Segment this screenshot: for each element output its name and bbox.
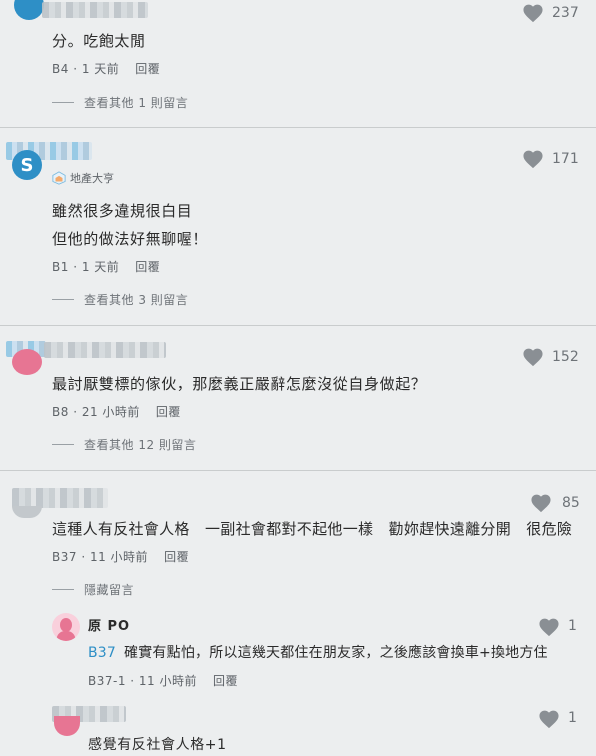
view-more-label: 查看其他 12 則留言 xyxy=(84,438,197,452)
reply-text: 感覺有反社會人格+1 xyxy=(88,737,227,753)
reply-body: 確實有點怕，所以這幾天都住在朋友家，之後應該會換車+換地方住 xyxy=(124,645,548,661)
view-more-replies[interactable]: 查看其他 3 則留言 xyxy=(52,291,188,308)
avatar[interactable] xyxy=(14,0,44,20)
divider-line xyxy=(52,444,74,445)
divider-line xyxy=(52,589,74,590)
avatar[interactable] xyxy=(12,506,42,518)
like-count: 171 xyxy=(552,151,579,167)
timestamp: 21 小時前 xyxy=(81,405,140,419)
comment-divider xyxy=(0,470,596,471)
like-count: 152 xyxy=(552,349,579,365)
comment-meta: B4 · 1 天前 回覆 xyxy=(52,62,161,76)
comment-text: 這種人有反社會人格 一副社會都對不起他一樣 勸妳趕快遠離分開 很危險 xyxy=(52,520,573,538)
comment-text: 分。吃飽太閒 xyxy=(52,32,146,50)
avatar[interactable]: S xyxy=(12,150,42,180)
floor-number: B37 xyxy=(52,550,78,564)
reply-button[interactable]: 回覆 xyxy=(213,674,238,688)
avatar[interactable] xyxy=(54,716,80,736)
comment-text: 最討厭雙標的傢伙，那麼義正嚴辭怎麼沒從自身做起？ xyxy=(52,375,427,393)
comment-meta: B1 · 1 天前 回覆 xyxy=(52,260,161,274)
redacted-username xyxy=(12,488,108,508)
hide-replies[interactable]: 隱藏留言 xyxy=(52,581,134,598)
comment-text-line-1: 雖然很多違規很白目 xyxy=(52,202,193,220)
redacted-username xyxy=(42,2,148,18)
like-count: 237 xyxy=(552,5,579,21)
heart-icon[interactable] xyxy=(522,149,544,169)
divider-line xyxy=(52,299,74,300)
view-more-replies[interactable]: 查看其他 1 則留言 xyxy=(52,94,188,111)
timestamp: 11 小時前 xyxy=(138,674,198,688)
floor-number: B8 xyxy=(52,405,69,419)
divider-line xyxy=(52,102,74,103)
floor-number: B37-1 xyxy=(88,674,126,688)
house-badge-icon xyxy=(52,171,66,185)
woman-silhouette-icon[interactable] xyxy=(52,613,80,641)
like-count: 85 xyxy=(562,495,580,511)
timestamp: 1 天前 xyxy=(81,62,120,76)
heart-icon[interactable] xyxy=(522,347,544,367)
reply-button[interactable]: 回覆 xyxy=(156,405,181,419)
like-count: 1 xyxy=(568,710,577,726)
comment-meta: B37 · 11 小時前 回覆 xyxy=(52,550,190,564)
reply-meta: B37-1 · 11 小時前 回覆 xyxy=(88,674,239,688)
reply-button[interactable]: 回覆 xyxy=(135,260,160,274)
user-badge: 地產大亨 xyxy=(52,170,114,186)
reply-author[interactable]: 原 PO xyxy=(88,615,130,634)
hide-replies-label: 隱藏留言 xyxy=(84,583,135,597)
heart-icon[interactable] xyxy=(522,3,544,23)
heart-icon[interactable] xyxy=(538,709,560,729)
reply-button[interactable]: 回覆 xyxy=(164,550,189,564)
comment-text-line-2: 但他的做法好無聊喔！ xyxy=(52,230,209,248)
comment-meta: B8 · 21 小時前 回覆 xyxy=(52,405,181,419)
heart-icon[interactable] xyxy=(530,493,552,513)
floor-number: B1 xyxy=(52,260,69,274)
badge-label: 地產大亨 xyxy=(70,172,114,185)
avatar[interactable] xyxy=(12,349,42,375)
view-more-label: 查看其他 3 則留言 xyxy=(84,293,189,307)
view-more-replies[interactable]: 查看其他 12 則留言 xyxy=(52,436,196,453)
avatar-silhouette xyxy=(56,618,76,641)
reply-button[interactable]: 回覆 xyxy=(135,62,160,76)
like-count: 1 xyxy=(568,618,577,634)
reply-text: B37 確實有點怕，所以這幾天都住在朋友家，之後應該會換車+換地方住 xyxy=(88,642,548,662)
comment-divider xyxy=(0,325,596,326)
timestamp: 1 天前 xyxy=(81,260,120,274)
redacted-username xyxy=(44,342,166,358)
avatar-letter: S xyxy=(20,154,34,176)
timestamp: 11 小時前 xyxy=(89,550,149,564)
heart-icon[interactable] xyxy=(538,617,560,637)
comment-divider xyxy=(0,127,596,128)
floor-mention-link[interactable]: B37 xyxy=(88,645,116,661)
view-more-label: 查看其他 1 則留言 xyxy=(84,96,189,110)
floor-number: B4 xyxy=(52,62,69,76)
